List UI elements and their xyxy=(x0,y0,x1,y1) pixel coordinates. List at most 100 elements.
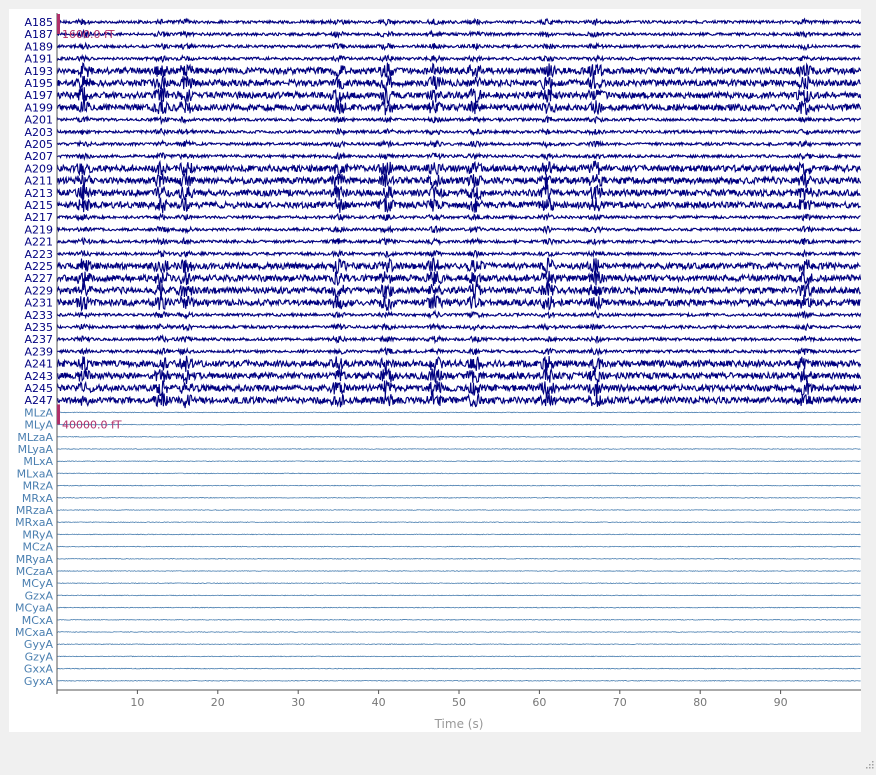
resize-grip-icon[interactable] xyxy=(864,756,874,766)
channel-label-MRzA: MRzA xyxy=(23,480,54,493)
trace-A201 xyxy=(57,116,861,123)
channel-label-A203: A203 xyxy=(24,126,53,139)
channel-label-GxxA: GxxA xyxy=(24,663,54,676)
trace-GxxA xyxy=(57,668,861,669)
channel-label-A207: A207 xyxy=(24,150,53,163)
channel-label-MRxaA: MRxaA xyxy=(15,516,53,529)
trace-A197 xyxy=(57,87,861,103)
trace-A241 xyxy=(57,356,861,372)
channel-label-A221: A221 xyxy=(24,236,53,249)
x-tick-label: 90 xyxy=(774,696,788,709)
channel-label-A225: A225 xyxy=(24,260,53,273)
trace-A205 xyxy=(57,141,861,148)
scale-bar-0 xyxy=(57,14,60,34)
trace-A187 xyxy=(57,31,861,38)
trace-A199 xyxy=(57,100,861,116)
channel-label-A247: A247 xyxy=(24,394,53,407)
trace-A207 xyxy=(57,153,861,160)
trace-A239 xyxy=(57,348,861,355)
channel-label-MRyaA: MRyaA xyxy=(16,553,54,566)
scale-bar-layer: 1600.0 fT 40000.0 fT xyxy=(57,14,122,432)
trace-A193 xyxy=(57,63,861,78)
scale-bar-label-1: 40000.0 fT xyxy=(62,419,122,432)
channel-label-MLzA: MLzA xyxy=(24,406,53,419)
trace-GzxA xyxy=(57,595,861,596)
trace-MRyaA xyxy=(57,558,861,559)
trace-MRzaA xyxy=(57,510,861,511)
channel-label-A209: A209 xyxy=(24,162,53,175)
channel-label-A241: A241 xyxy=(24,358,53,371)
channel-label-MRxA: MRxA xyxy=(22,492,54,505)
channel-label-MLxA: MLxA xyxy=(23,455,53,468)
x-tick-label: 60 xyxy=(532,696,546,709)
channel-label-layer: A185A187A189A191A193A195A197A199A201A203… xyxy=(15,16,53,688)
x-tick-label: 30 xyxy=(291,696,305,709)
trace-A227 xyxy=(57,270,861,287)
x-tick-label: 40 xyxy=(372,696,386,709)
trace-MLxaA xyxy=(57,473,861,474)
trace-GyyA xyxy=(57,644,861,645)
trace-MCzA xyxy=(57,546,861,547)
trace-A191 xyxy=(57,55,861,61)
trace-GzyA xyxy=(57,656,861,657)
channel-label-A245: A245 xyxy=(24,382,53,395)
trace-A189 xyxy=(57,43,861,50)
channel-label-A205: A205 xyxy=(24,138,53,151)
channel-label-A217: A217 xyxy=(24,211,53,224)
channel-label-MCyaA: MCyaA xyxy=(15,602,53,615)
channel-label-MCyA: MCyA xyxy=(22,577,54,590)
channel-label-A227: A227 xyxy=(24,272,53,285)
channel-label-A235: A235 xyxy=(24,321,53,334)
trace-MLzA xyxy=(57,412,861,413)
channel-label-GyxA: GyxA xyxy=(24,675,54,688)
trace-MCzaA xyxy=(57,571,861,572)
trace-A237 xyxy=(57,336,861,343)
channel-label-MCxaA: MCxaA xyxy=(15,626,53,639)
channel-label-MLxaA: MLxaA xyxy=(17,467,54,480)
channel-label-A239: A239 xyxy=(24,345,53,358)
scale-bar-label-0: 1600.0 fT xyxy=(62,28,115,41)
channel-label-A215: A215 xyxy=(24,199,53,212)
trace-A209 xyxy=(57,161,861,177)
trace-A235 xyxy=(57,324,861,330)
channel-label-A243: A243 xyxy=(24,370,53,383)
trace-A229 xyxy=(57,282,861,298)
trace-A223 xyxy=(57,251,861,258)
channel-label-MCzaA: MCzaA xyxy=(16,565,54,578)
trace-GyxA xyxy=(57,680,861,681)
x-tick-label: 50 xyxy=(452,696,466,709)
trace-MCyA xyxy=(57,583,861,584)
trace-A219 xyxy=(57,226,861,233)
trace-A195 xyxy=(57,76,861,91)
channel-label-A191: A191 xyxy=(24,53,53,66)
trace-A245 xyxy=(57,381,861,397)
trace-MCxaA xyxy=(57,632,861,633)
channel-label-MLzaA: MLzaA xyxy=(17,431,53,444)
trace-MRzA xyxy=(57,485,861,486)
channel-label-A193: A193 xyxy=(24,65,53,78)
channel-label-A197: A197 xyxy=(24,89,53,102)
x-tick-label: 70 xyxy=(613,696,627,709)
trace-MLzaA xyxy=(57,436,861,437)
trace-A185 xyxy=(57,19,861,26)
trace-A247 xyxy=(57,392,861,408)
channel-label-A223: A223 xyxy=(24,248,53,261)
trace-MRxaA xyxy=(57,522,861,523)
trace-A225 xyxy=(57,258,861,274)
x-tick-label: 20 xyxy=(211,696,225,709)
channel-label-A201: A201 xyxy=(24,114,53,127)
trace-MLxA xyxy=(57,461,861,462)
channel-label-A229: A229 xyxy=(24,284,53,297)
channel-label-A199: A199 xyxy=(24,101,53,114)
channel-label-A211: A211 xyxy=(24,175,53,188)
channel-label-MLyA: MLyA xyxy=(24,419,53,432)
channel-label-A187: A187 xyxy=(24,28,53,41)
channel-label-A233: A233 xyxy=(24,309,53,322)
trace-MCyaA xyxy=(57,607,861,608)
trace-A221 xyxy=(57,238,861,245)
channel-label-A213: A213 xyxy=(24,187,53,200)
x-tick-group: 102030405060708090 xyxy=(130,690,787,709)
channel-label-A189: A189 xyxy=(24,40,53,53)
channel-label-A231: A231 xyxy=(24,297,53,310)
channel-label-MRyA: MRyA xyxy=(22,528,53,541)
